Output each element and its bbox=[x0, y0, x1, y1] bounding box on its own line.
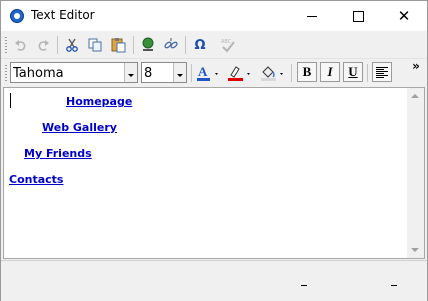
edit-toolbar: Ω ABC bbox=[1, 32, 427, 58]
window-title: Text Editor bbox=[31, 8, 95, 22]
maximize-icon bbox=[352, 10, 364, 22]
svg-text:A: A bbox=[198, 64, 208, 79]
font-size-value: 8 bbox=[144, 66, 153, 81]
cut-button[interactable] bbox=[61, 34, 83, 56]
scroll-up-icon[interactable] bbox=[411, 94, 419, 98]
text-editor-window: Text Editor ✕ Ω ABC Tahoma 8 A B I U » H… bbox=[0, 0, 428, 301]
font-size-select[interactable]: 8 bbox=[141, 62, 187, 83]
special-character-icon: Ω bbox=[194, 37, 206, 53]
toolbar-separator bbox=[191, 64, 192, 82]
format-toolbar: Tahoma 8 A B I U » bbox=[1, 58, 427, 87]
toolbar-separator bbox=[367, 64, 368, 82]
scroll-down-icon[interactable] bbox=[411, 248, 419, 252]
special-character-button[interactable]: Ω bbox=[189, 34, 211, 56]
text-caret bbox=[10, 93, 11, 108]
insert-link-button[interactable] bbox=[137, 34, 159, 56]
toolbar-separator bbox=[185, 36, 186, 54]
align-left-icon bbox=[376, 66, 388, 78]
status-indicator bbox=[301, 285, 307, 286]
toolbar-separator bbox=[133, 36, 134, 54]
undo-button[interactable] bbox=[10, 34, 32, 56]
toolbar-grip[interactable] bbox=[5, 65, 7, 81]
link-contacts[interactable]: Contacts bbox=[9, 173, 63, 186]
align-left-button[interactable] bbox=[372, 62, 392, 82]
toolbar-overflow-button[interactable]: » bbox=[409, 59, 423, 73]
toolbar-separator bbox=[291, 64, 292, 82]
copy-icon bbox=[88, 38, 102, 52]
remove-link-button[interactable] bbox=[160, 34, 182, 56]
title-bar[interactable]: Text Editor ✕ bbox=[1, 1, 427, 31]
cut-icon bbox=[66, 38, 78, 52]
redo-icon bbox=[38, 40, 49, 51]
font-color-icon: A bbox=[197, 64, 218, 81]
status-indicator bbox=[391, 285, 397, 286]
highlight-icon bbox=[228, 66, 250, 81]
font-color-button[interactable]: A bbox=[195, 62, 223, 84]
insert-link-icon bbox=[142, 37, 154, 51]
highlight-color-button[interactable] bbox=[226, 62, 254, 84]
close-icon: ✕ bbox=[397, 6, 411, 25]
font-family-select[interactable]: Tahoma bbox=[10, 62, 138, 83]
vertical-scrollbar[interactable] bbox=[407, 88, 424, 258]
link-my-friends[interactable]: My Friends bbox=[24, 147, 92, 160]
minimize-button[interactable] bbox=[289, 1, 335, 31]
italic-button[interactable]: I bbox=[320, 62, 340, 82]
font-family-value: Tahoma bbox=[13, 66, 64, 81]
toolbar-separator bbox=[57, 36, 58, 54]
link-web-gallery[interactable]: Web Gallery bbox=[42, 121, 117, 134]
app-icon bbox=[10, 9, 24, 23]
link-homepage[interactable]: Homepage bbox=[66, 95, 132, 108]
toolbar-grip[interactable] bbox=[5, 37, 7, 53]
copy-button[interactable] bbox=[84, 34, 106, 56]
redo-button[interactable] bbox=[32, 34, 54, 56]
bold-button[interactable]: B bbox=[297, 62, 317, 82]
paint-bucket-icon bbox=[261, 66, 283, 81]
undo-icon bbox=[15, 40, 26, 51]
background-color-button[interactable] bbox=[259, 62, 287, 84]
spellcheck-icon: ABC bbox=[221, 39, 235, 53]
minimize-icon bbox=[307, 15, 317, 17]
editor-area[interactable]: Homepage Web Gallery My Friends Contacts bbox=[3, 87, 425, 259]
paste-icon bbox=[111, 38, 126, 53]
paste-button[interactable] bbox=[107, 34, 129, 56]
maximize-button[interactable] bbox=[335, 1, 381, 31]
status-bar bbox=[1, 260, 427, 301]
close-button[interactable]: ✕ bbox=[381, 1, 427, 31]
chevron-down-icon[interactable] bbox=[124, 63, 137, 82]
overflow-icon: » bbox=[412, 59, 420, 73]
spellcheck-button[interactable]: ABC bbox=[217, 34, 239, 56]
chevron-down-icon[interactable] bbox=[173, 63, 186, 82]
remove-link-icon bbox=[164, 38, 178, 49]
svg-text:ABC: ABC bbox=[221, 39, 232, 45]
underline-button[interactable]: U bbox=[343, 62, 363, 82]
